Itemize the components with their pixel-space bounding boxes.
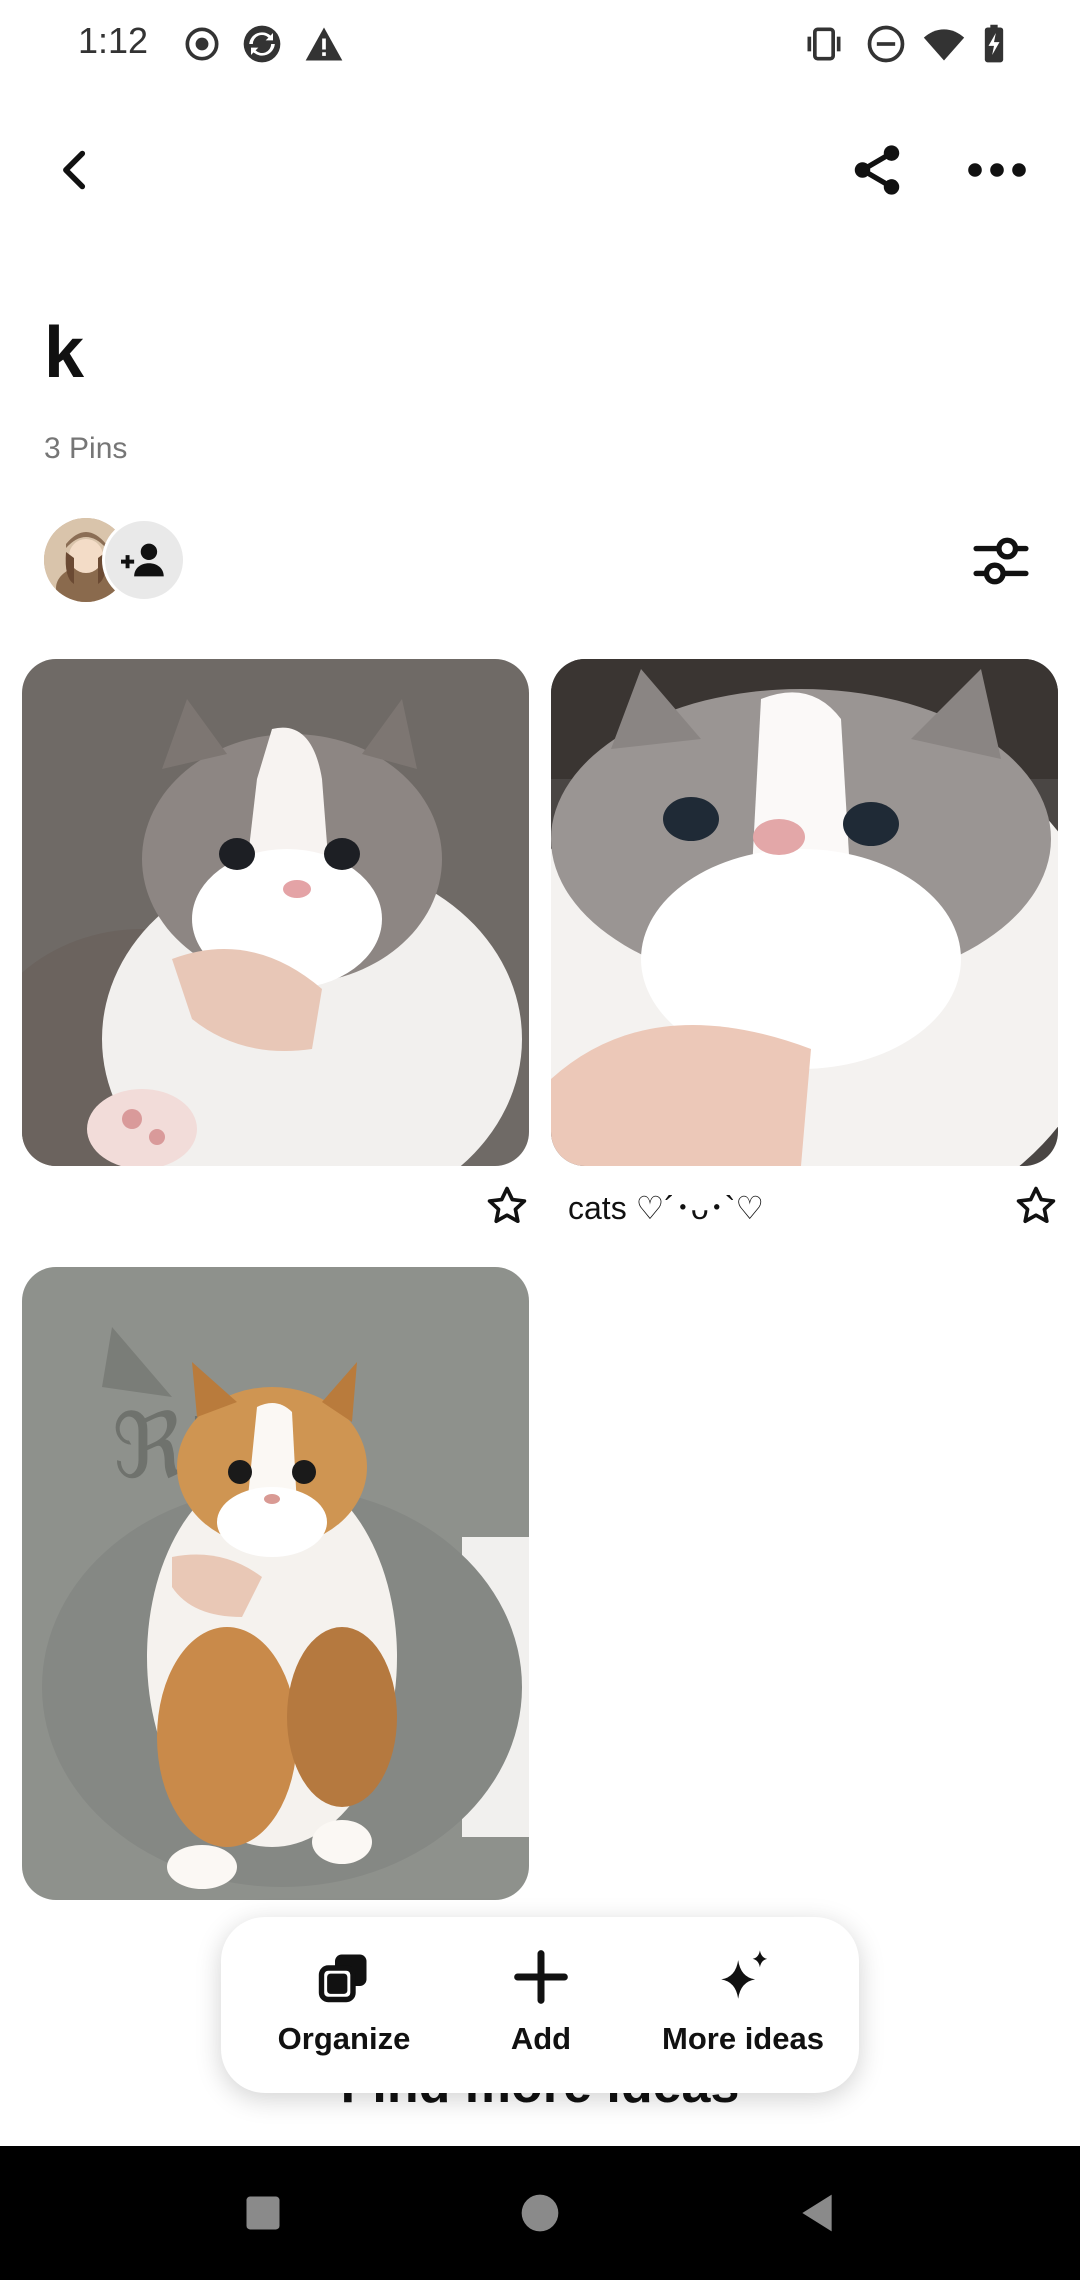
star-outline-icon [1016, 1186, 1056, 1224]
system-nav-bar [0, 2146, 1080, 2280]
share-button[interactable] [832, 125, 922, 215]
more-ideas-label: More ideas [662, 2021, 824, 2056]
record-icon [185, 27, 219, 61]
board-title: k [44, 313, 85, 393]
organize-button[interactable]: Organize [269, 1917, 419, 2093]
pin-count: 3 Pins [44, 432, 128, 465]
save-star-button[interactable] [479, 1178, 535, 1234]
more-button[interactable] [952, 125, 1042, 215]
battery-charging-icon [984, 24, 1004, 63]
add-button[interactable]: Add [477, 1917, 605, 2093]
warning-icon [305, 27, 343, 61]
triangle-back-icon [802, 2194, 832, 2232]
recents-button[interactable] [203, 2146, 323, 2280]
sparkle-icon [721, 1950, 768, 1999]
back-button[interactable] [30, 125, 120, 215]
board-action-bar: Organize Add More ideas [221, 1917, 859, 2093]
pin-image[interactable] [22, 659, 529, 1166]
back-nav-button[interactable] [757, 2146, 877, 2280]
more-ideas-button[interactable]: More ideas [653, 1917, 833, 2093]
dnd-icon [867, 25, 905, 63]
save-star-button[interactable] [1008, 1178, 1064, 1234]
organize-label: Organize [277, 2021, 411, 2056]
plus-icon [514, 1950, 568, 2004]
more-horizontal-icon [968, 163, 1026, 177]
chevron-left-icon [63, 150, 86, 190]
pin-image[interactable]: ℜt [22, 1267, 529, 1900]
vibrate-icon [807, 27, 841, 61]
add-person-icon [121, 543, 164, 577]
kitten-photo [22, 659, 529, 1166]
star-outline-icon [487, 1186, 527, 1224]
wifi-icon [923, 29, 965, 61]
pin-caption: cats ♡´･ᴗ･`♡ [568, 1190, 765, 1226]
home-button[interactable] [480, 2146, 600, 2280]
cat-closeup-photo [551, 659, 1058, 1166]
pin-image[interactable] [551, 659, 1058, 1166]
status-bar: 1:12 [0, 0, 1080, 88]
add-collaborator-button[interactable] [102, 518, 186, 602]
square-icon [246, 2196, 280, 2230]
calico-kitten-photo: ℜt [22, 1267, 529, 1900]
filter-button[interactable] [956, 516, 1046, 606]
sync-app-icon [243, 25, 281, 63]
status-time: 1:12 [78, 20, 149, 61]
circle-icon [521, 2194, 559, 2232]
sliders-icon [973, 537, 1029, 585]
organize-icon [318, 1954, 367, 2003]
share-icon [854, 145, 900, 195]
add-label: Add [510, 2021, 572, 2056]
